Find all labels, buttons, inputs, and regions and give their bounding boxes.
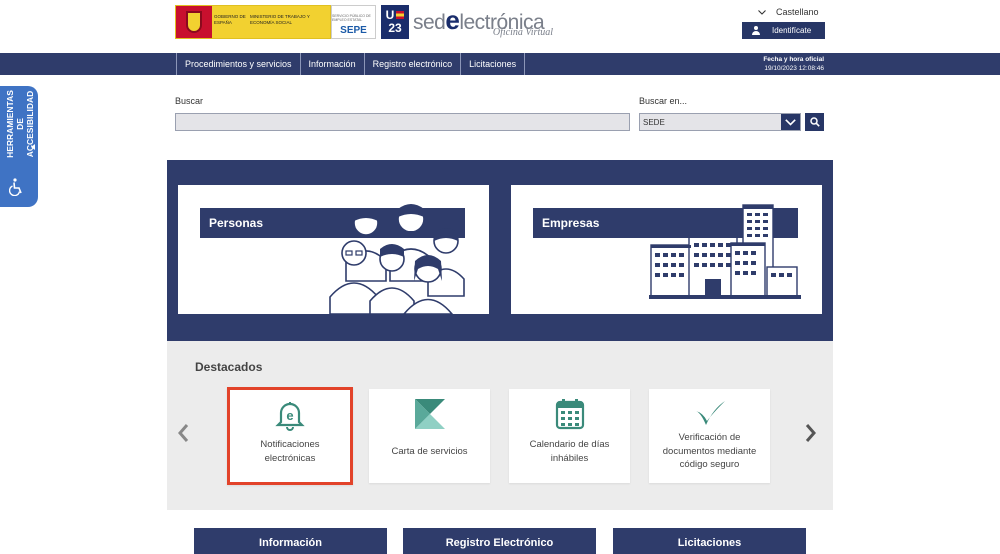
tile-verificacion[interactable]: Verificación de documentos mediante códi… bbox=[649, 389, 770, 483]
buildings-illustration bbox=[649, 204, 801, 299]
identify-button[interactable]: Identifícate bbox=[742, 22, 825, 39]
sepe-small-text: SERVICIO PÚBLICO DE EMPLEO ESTATAL bbox=[332, 14, 371, 22]
official-datetime: Fecha y hora oficial 19/10/2023 12:08:46 bbox=[763, 55, 824, 73]
header-logos[interactable]: GOBIERNO DE ESPAÑA MINISTERIO DE TRABAJO… bbox=[175, 5, 553, 39]
ue23-logo: U 23 bbox=[381, 5, 409, 39]
search-scope-value: SEDE bbox=[643, 117, 665, 127]
tile-notificaciones[interactable]: e Notificaciones electrónicas bbox=[227, 387, 353, 485]
gov-text-right: MINISTERIO DE TRABAJO Y ECONOMÍA SOCIAL bbox=[248, 6, 330, 38]
sede-electronica-logo[interactable]: sedelectrónica Oficina Virtual bbox=[413, 5, 553, 39]
page: GOBIERNO DE ESPAÑA MINISTERIO DE TRABAJO… bbox=[0, 0, 1000, 554]
user-icon bbox=[752, 26, 760, 35]
tile-notificaciones-line1: Notificaciones bbox=[260, 439, 320, 450]
spain-coat-of-arms-icon bbox=[176, 6, 212, 38]
tile-verificacion-line3: código seguro bbox=[679, 459, 740, 470]
language-selector[interactable]: Castellano bbox=[758, 7, 819, 17]
nav-item-informacion[interactable]: Información bbox=[299, 53, 364, 75]
nav-item-licitaciones[interactable]: Licitaciones bbox=[460, 53, 526, 75]
datetime-value: 19/10/2023 12:08:46 bbox=[764, 65, 824, 72]
ue23-line1: U bbox=[385, 8, 395, 22]
search-button[interactable] bbox=[805, 113, 824, 131]
featured-section: Destacados e Notificaciones electrónicas bbox=[167, 341, 833, 510]
nav-item-procedimientos[interactable]: Procedimientos y servicios bbox=[176, 53, 300, 75]
empresas-card[interactable]: Empresas bbox=[511, 185, 822, 314]
identify-label: Identifícate bbox=[772, 26, 812, 35]
chevron-left-icon bbox=[178, 424, 189, 442]
search-icon bbox=[809, 117, 820, 127]
government-logo: GOBIERNO DE ESPAÑA MINISTERIO DE TRABAJO… bbox=[175, 5, 331, 39]
search-in-label: Buscar en... bbox=[639, 96, 688, 106]
calendar-icon bbox=[555, 399, 584, 430]
personas-card[interactable]: Personas bbox=[178, 185, 489, 314]
accessibility-label-line2: ACCESIBILIDAD bbox=[25, 90, 35, 158]
datetime-label: Fecha y hora oficial bbox=[763, 56, 824, 63]
chevron-down-icon bbox=[758, 8, 766, 17]
carousel-prev-button[interactable] bbox=[177, 423, 189, 449]
accessibility-tools-tab[interactable]: HERRAMIENTAS DE ACCESIBILIDAD bbox=[0, 86, 38, 207]
tile-verificacion-line2: documentos mediante bbox=[662, 445, 757, 457]
nav-item-registro[interactable]: Registro electrónico bbox=[363, 53, 461, 75]
wheelchair-icon bbox=[9, 178, 22, 196]
hero-section: Personas Empresas bbox=[167, 160, 833, 341]
sede-prefix: sed bbox=[413, 11, 446, 34]
featured-title: Destacados bbox=[195, 360, 263, 374]
bottom-licitaciones-button[interactable]: Licitaciones bbox=[613, 528, 806, 554]
people-illustration bbox=[329, 204, 465, 314]
caret-left-icon bbox=[31, 144, 35, 150]
tile-calendario-line2: inhábiles bbox=[550, 452, 589, 464]
main-nav: Procedimientos y servicios Información R… bbox=[0, 53, 1000, 75]
chevron-right-icon bbox=[805, 424, 816, 442]
accessibility-label-line1: HERRAMIENTAS DE bbox=[5, 90, 25, 158]
language-label: Castellano bbox=[776, 7, 819, 17]
tile-carta-line1: Carta de servicios bbox=[391, 446, 468, 457]
sepe-text: SEPE bbox=[340, 25, 367, 36]
check-icon bbox=[695, 401, 725, 425]
empresas-label: Empresas bbox=[542, 216, 600, 230]
search-scope-select[interactable]: SEDE bbox=[639, 113, 801, 131]
carta-logo-icon bbox=[414, 399, 445, 429]
svg-text:e: e bbox=[286, 408, 293, 423]
bell-e-icon: e bbox=[275, 402, 305, 431]
bottom-registro-button[interactable]: Registro Electrónico bbox=[403, 528, 596, 554]
tile-verificacion-line1: Verificación de bbox=[678, 432, 741, 443]
tile-calendario-line1: Calendario de días bbox=[529, 439, 610, 450]
carousel-next-button[interactable] bbox=[805, 423, 817, 449]
sede-subtitle: Oficina Virtual bbox=[492, 27, 553, 38]
gov-text-left: GOBIERNO DE ESPAÑA bbox=[214, 14, 246, 25]
tile-calendario[interactable]: Calendario de días inhábiles bbox=[509, 389, 630, 483]
chevron-down-icon[interactable] bbox=[781, 114, 800, 130]
tile-notificaciones-line2: electrónicas bbox=[264, 452, 316, 464]
tile-carta-servicios[interactable]: Carta de servicios bbox=[369, 389, 490, 483]
accessibility-label: HERRAMIENTAS DE ACCESIBILIDAD bbox=[5, 86, 35, 162]
personas-label: Personas bbox=[209, 216, 264, 230]
sede-e: e bbox=[445, 5, 460, 35]
search-label: Buscar bbox=[175, 96, 204, 106]
sepe-logo: SERVICIO PÚBLICO DE EMPLEO ESTATAL SEPE bbox=[331, 5, 376, 39]
ue23-line2: 23 bbox=[388, 21, 402, 35]
bottom-informacion-button[interactable]: Información bbox=[194, 528, 387, 554]
search-input[interactable] bbox=[175, 113, 630, 131]
